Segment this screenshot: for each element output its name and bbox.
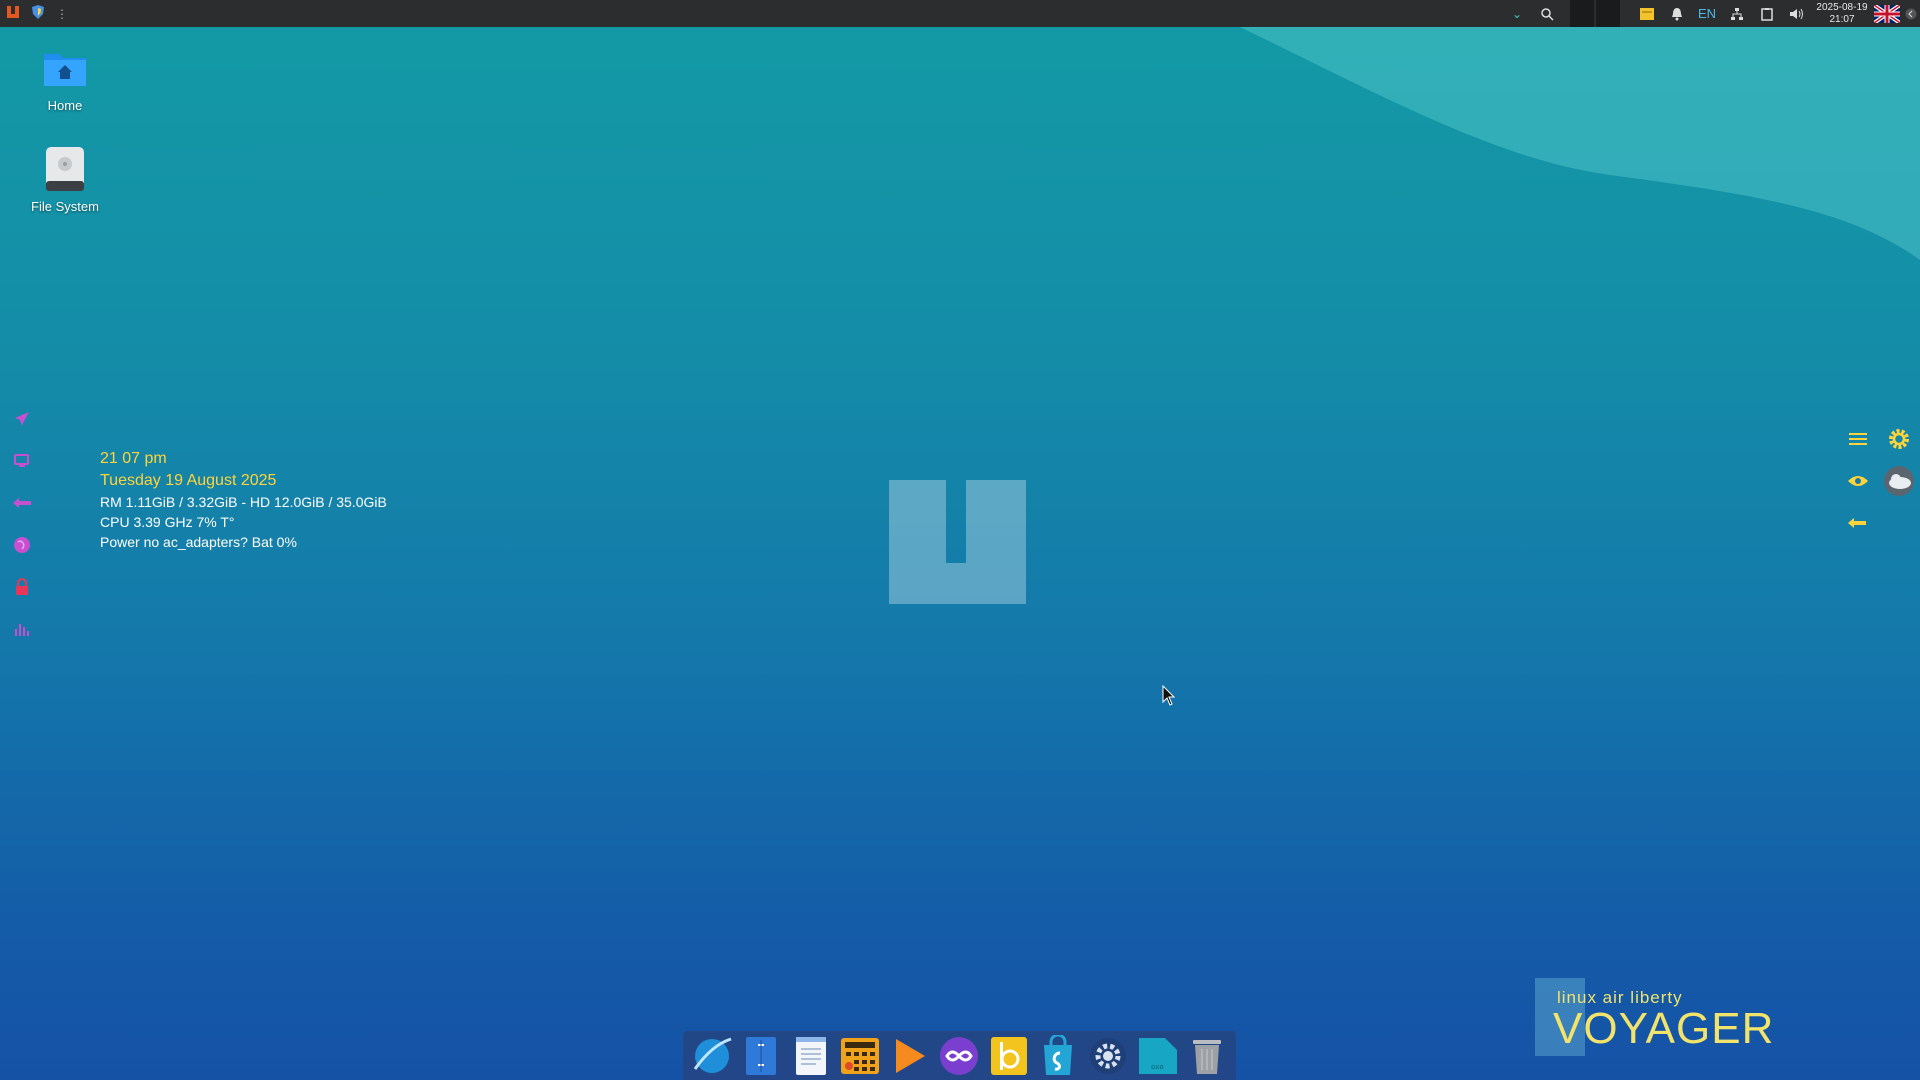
file-manager-icon[interactable]	[739, 1034, 783, 1078]
top-panel: ⋮ ⌄ EN 2025-08-19 21:07	[0, 0, 1920, 27]
keyboard-layout-label: EN	[1697, 6, 1717, 21]
mouse-cursor	[1162, 684, 1176, 707]
bell-icon[interactable]	[1662, 0, 1692, 27]
chevron-down-icon[interactable]: ⌄	[1502, 0, 1532, 27]
keyboard-layout-indicator[interactable]: EN	[1692, 0, 1722, 27]
svg-text:oxo: oxo	[1151, 1063, 1164, 1071]
chevron-left-icon[interactable]	[1902, 0, 1920, 27]
clipboard-icon[interactable]	[1752, 0, 1782, 27]
stats-icon[interactable]	[8, 608, 36, 650]
settings-icon[interactable]	[1086, 1034, 1130, 1078]
desktop-icon-label: Home	[47, 98, 83, 113]
volume-icon[interactable]	[1782, 0, 1812, 27]
desktop-icon-file-system[interactable]: File System	[15, 145, 115, 214]
panel-date: 2025-08-19	[1816, 1, 1868, 13]
media-player-icon[interactable]	[888, 1034, 932, 1078]
desktop-background[interactable]: ⋮ ⌄ EN 2025-08-19 21:07 Home File System…	[0, 0, 1920, 1080]
workspace-2[interactable]	[1596, 0, 1620, 27]
left-launcher	[8, 398, 36, 650]
dock: oxo	[683, 1031, 1236, 1080]
workspace-1[interactable]	[1570, 0, 1594, 27]
lock-icon[interactable]	[8, 566, 36, 608]
desktop-icon-label: File System	[31, 199, 99, 214]
conky-system-monitor: 21 07 pm Tuesday 19 August 2025 RM 1.11G…	[100, 448, 387, 552]
home-folder-icon	[41, 44, 89, 92]
branding-watermark: linux air liberty VOYAGER	[1535, 978, 1775, 1056]
brand-title: VOYAGER	[1553, 1004, 1775, 1053]
center-logo	[889, 480, 1026, 604]
terminal-icon[interactable]: oxo	[1136, 1034, 1180, 1078]
conky-cpu: CPU 3.39 GHz 7% T°	[100, 514, 235, 530]
eye-icon[interactable]	[1840, 463, 1875, 499]
drive-icon	[41, 145, 89, 193]
calculator-icon[interactable]	[838, 1034, 882, 1078]
screen-icon[interactable]	[8, 440, 36, 482]
browser-icon[interactable]	[690, 1034, 734, 1078]
conky-date: Tuesday 19 August 2025	[100, 472, 277, 489]
right-panel	[1840, 418, 1920, 544]
linux-air-icon[interactable]	[937, 1034, 981, 1078]
app-store-icon[interactable]	[1036, 1034, 1080, 1078]
arrow-left-icon[interactable]	[8, 482, 36, 524]
weather-icon[interactable]	[1881, 463, 1916, 499]
conky-memory: RM 1.11GiB / 3.32GiB - HD 12.0GiB / 35.0…	[100, 494, 387, 510]
shield-icon[interactable]	[30, 4, 46, 23]
arrow-left-icon[interactable]	[1840, 505, 1874, 541]
trash-icon[interactable]	[1185, 1034, 1229, 1078]
office-icon[interactable]	[987, 1034, 1031, 1078]
panel-time: 21:07	[1829, 13, 1855, 25]
globe-icon[interactable]	[8, 524, 36, 566]
uk-flag-icon[interactable]	[1872, 0, 1902, 27]
conky-power: Power no ac_adapters? Bat 0%	[100, 534, 297, 550]
app-menu-icon[interactable]	[6, 5, 20, 22]
airplane-icon[interactable]	[8, 398, 36, 440]
network-icon[interactable]	[1722, 0, 1752, 27]
search-icon[interactable]	[1532, 0, 1562, 27]
panel-clock[interactable]: 2025-08-19 21:07	[1812, 2, 1872, 26]
menu-lines-icon[interactable]	[1840, 421, 1875, 457]
notes-icon[interactable]	[1632, 0, 1662, 27]
desktop-icon-home[interactable]: Home	[15, 44, 115, 113]
conky-time: 21 07 pm	[100, 450, 167, 467]
gear-icon[interactable]	[1881, 421, 1916, 457]
text-editor-icon[interactable]	[789, 1034, 833, 1078]
vertical-dots-icon[interactable]: ⋮	[56, 7, 68, 21]
